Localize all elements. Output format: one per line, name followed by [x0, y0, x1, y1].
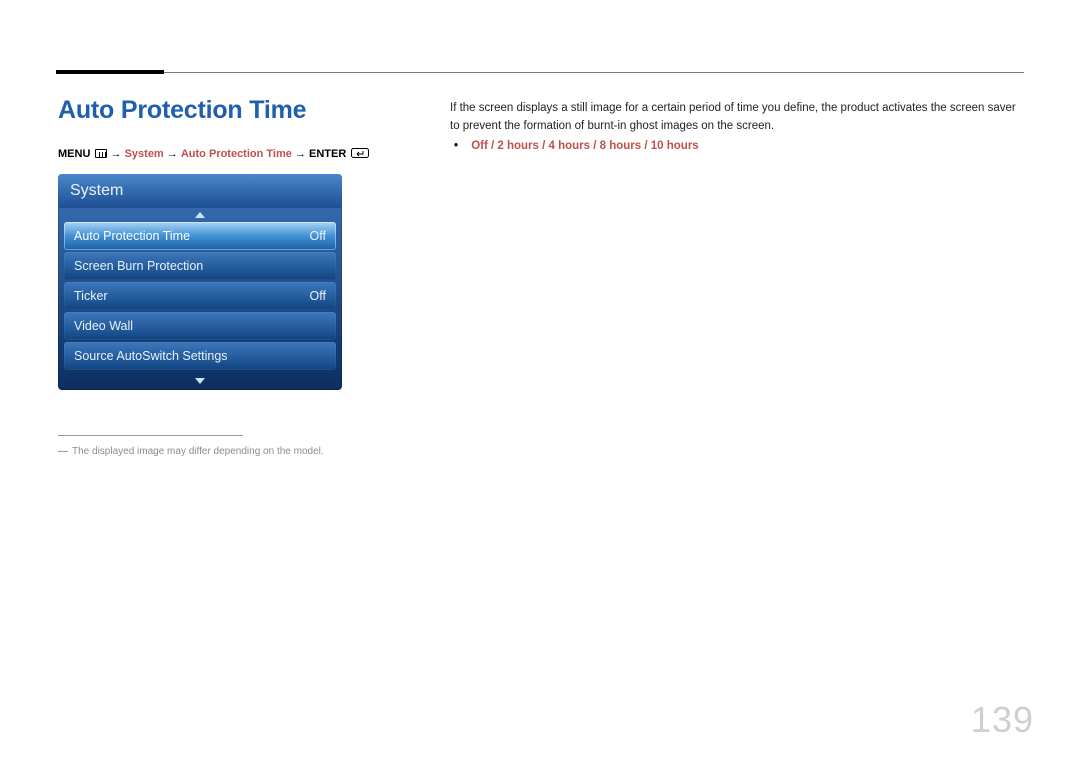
osd-item-label: Auto Protection Time — [74, 229, 190, 243]
options-bullet: • Off / 2 hours / 4 hours / 8 hours / 10… — [450, 140, 699, 152]
breadcrumb-item: Auto Protection Time — [181, 148, 292, 160]
breadcrumb-enter: ENTER — [309, 148, 346, 160]
note-divider — [58, 435, 243, 436]
page-number: 139 — [971, 699, 1034, 741]
osd-item-value: Off — [310, 289, 326, 303]
chevron-up-icon — [195, 212, 205, 218]
breadcrumb: MENU → System → Auto Protection Time → E… — [58, 148, 369, 160]
osd-list: Auto Protection Time Off Screen Burn Pro… — [58, 222, 342, 376]
options-text: Off / 2 hours / 4 hours / 8 hours / 10 h… — [471, 140, 698, 152]
arrow-icon: → — [295, 148, 306, 160]
osd-item-value: Off — [310, 229, 326, 243]
header-rule — [56, 72, 1024, 73]
breadcrumb-menu: MENU — [58, 148, 90, 160]
osd-header: System — [58, 174, 342, 208]
dash-icon: ― — [58, 446, 68, 457]
disclaimer-note: ― The displayed image may differ dependin… — [58, 446, 324, 457]
osd-item-label: Ticker — [74, 289, 108, 303]
osd-item-video-wall[interactable]: Video Wall — [64, 312, 336, 340]
breadcrumb-system: System — [125, 148, 164, 160]
bullet-dot-icon: • — [450, 140, 462, 152]
osd-item-label: Screen Burn Protection — [74, 259, 203, 273]
arrow-icon: → — [111, 148, 122, 160]
page-title: Auto Protection Time — [58, 96, 306, 125]
osd-scroll-up[interactable] — [58, 208, 342, 222]
osd-item-screen-burn-protection[interactable]: Screen Burn Protection — [64, 252, 336, 280]
arrow-icon: → — [167, 148, 178, 160]
osd-scroll-down[interactable] — [58, 376, 342, 390]
note-text: The displayed image may differ depending… — [72, 446, 324, 457]
chevron-down-icon — [195, 378, 205, 384]
header-rule-accent — [56, 70, 164, 74]
osd-item-auto-protection-time[interactable]: Auto Protection Time Off — [64, 222, 336, 250]
osd-item-label: Video Wall — [74, 319, 133, 333]
description-text: If the screen displays a still image for… — [450, 100, 1024, 136]
osd-item-source-autoswitch[interactable]: Source AutoSwitch Settings — [64, 342, 336, 370]
menu-icon — [95, 149, 107, 158]
osd-item-label: Source AutoSwitch Settings — [74, 349, 228, 363]
osd-panel: System Auto Protection Time Off Screen B… — [58, 174, 342, 390]
enter-icon — [351, 148, 369, 158]
osd-item-ticker[interactable]: Ticker Off — [64, 282, 336, 310]
